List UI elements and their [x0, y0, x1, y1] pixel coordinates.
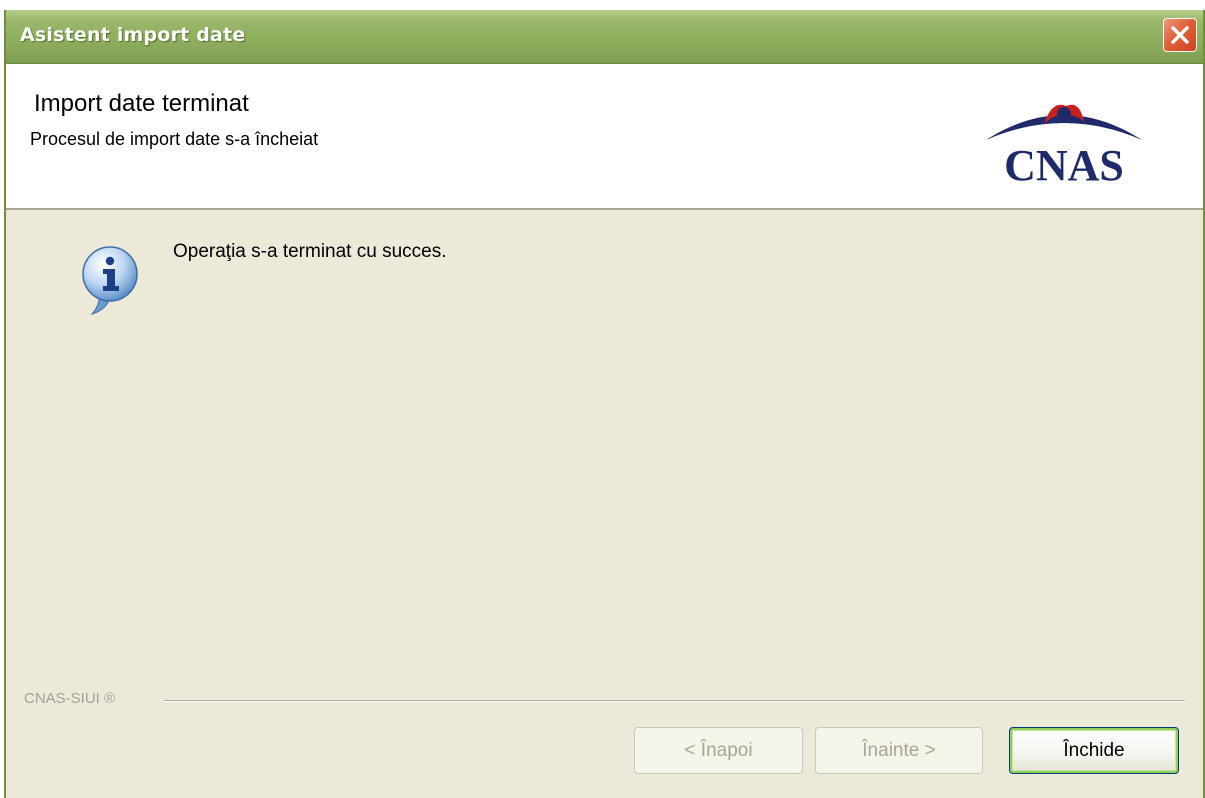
finish-close-button[interactable]: Închide	[1009, 727, 1179, 774]
wizard-header: Import date terminat Procesul de import …	[6, 64, 1203, 210]
close-window-button[interactable]	[1163, 18, 1197, 52]
status-message: Operaţia s-a terminat cu succes.	[173, 241, 447, 262]
footer-divider	[164, 700, 1185, 702]
back-button[interactable]: < Înapoi	[634, 727, 803, 774]
close-icon	[1171, 26, 1189, 44]
import-wizard-window: Asistent import date Import date termina…	[4, 10, 1205, 798]
cnas-logo: CNAS	[986, 104, 1142, 190]
page-subtitle: Procesul de import date s-a încheiat	[30, 129, 319, 149]
page-title: Import date terminat	[34, 90, 249, 117]
title-bar[interactable]: Asistent import date	[6, 10, 1203, 64]
next-button[interactable]: Înainte >	[815, 727, 983, 774]
footer-brand-label: CNAS-SIUI ®	[24, 690, 116, 707]
logo-text: CNAS	[1004, 141, 1124, 190]
info-icon	[82, 246, 138, 316]
window-title: Asistent import date	[20, 24, 246, 46]
